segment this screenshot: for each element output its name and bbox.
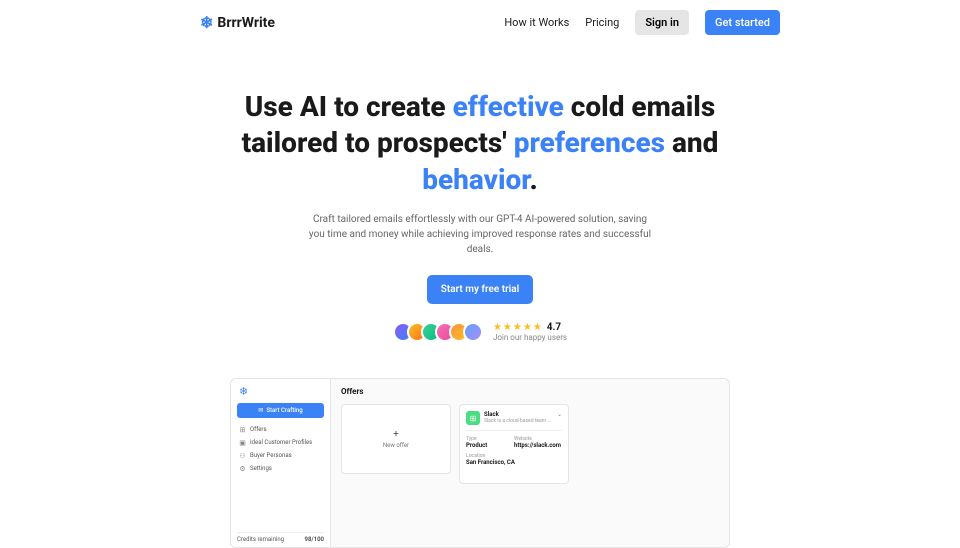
snowflake-icon: ❄ xyxy=(200,13,213,32)
gear-icon: ⚙ xyxy=(239,465,246,472)
hero-title: Use AI to create effective cold emails t… xyxy=(240,89,720,198)
signin-button[interactable]: Sign in xyxy=(635,10,689,35)
brand-name: BrrrWrite xyxy=(217,15,275,31)
mail-icon: ✉ xyxy=(258,407,263,414)
offer-logo-icon: ⊞ xyxy=(466,411,480,425)
profile-icon: ▣ xyxy=(239,439,246,446)
brand-logo: ❄ BrrrWrite xyxy=(200,13,275,32)
star-icon: ★★★★★ xyxy=(493,322,543,333)
rating-value: 4.7 xyxy=(547,322,561,333)
location-value: San Francisco, CA xyxy=(466,459,562,466)
snowflake-icon: ❄ xyxy=(237,385,324,398)
offer-name: Slack xyxy=(484,411,553,418)
gift-icon: ⊞ xyxy=(239,426,246,433)
offer-card[interactable]: ⊞ Slack Slack is a cloud-based team c...… xyxy=(459,404,569,484)
sidebar-item-icp[interactable]: ▣Ideal Customer Profiles xyxy=(237,436,324,449)
page-title: Offers xyxy=(341,387,719,396)
new-offer-card[interactable]: + New offer xyxy=(341,404,451,474)
sidebar-item-offers[interactable]: ⊞Offers xyxy=(237,423,324,436)
offer-description: Slack is a cloud-based team c... xyxy=(484,418,553,424)
website-value: https://slack.com xyxy=(514,442,562,449)
pricing-link[interactable]: Pricing xyxy=(585,16,619,29)
rating-subtitle: Join our happy users xyxy=(493,333,567,342)
sidebar-item-settings[interactable]: ⚙Settings xyxy=(237,462,324,475)
user-avatars xyxy=(393,322,483,342)
start-trial-button[interactable]: Start my free trial xyxy=(427,275,534,304)
users-icon: ⚇ xyxy=(239,452,246,459)
plus-icon: + xyxy=(393,429,399,440)
type-value: Product xyxy=(466,442,514,449)
app-preview: ❄ ✉ Start Crafting ⊞Offers ▣Ideal Custom… xyxy=(230,378,730,548)
sidebar-item-personas[interactable]: ⚇Buyer Personas xyxy=(237,449,324,462)
new-offer-label: New offer xyxy=(383,442,409,449)
hero-subtitle: Craft tailored emails effortlessly with … xyxy=(305,212,655,257)
start-crafting-button[interactable]: ✉ Start Crafting xyxy=(237,403,324,418)
avatar xyxy=(463,322,483,342)
get-started-button[interactable]: Get started xyxy=(705,10,780,35)
chevron-down-icon[interactable]: ⌄ xyxy=(557,411,562,418)
how-it-works-link[interactable]: How it Works xyxy=(504,16,569,29)
